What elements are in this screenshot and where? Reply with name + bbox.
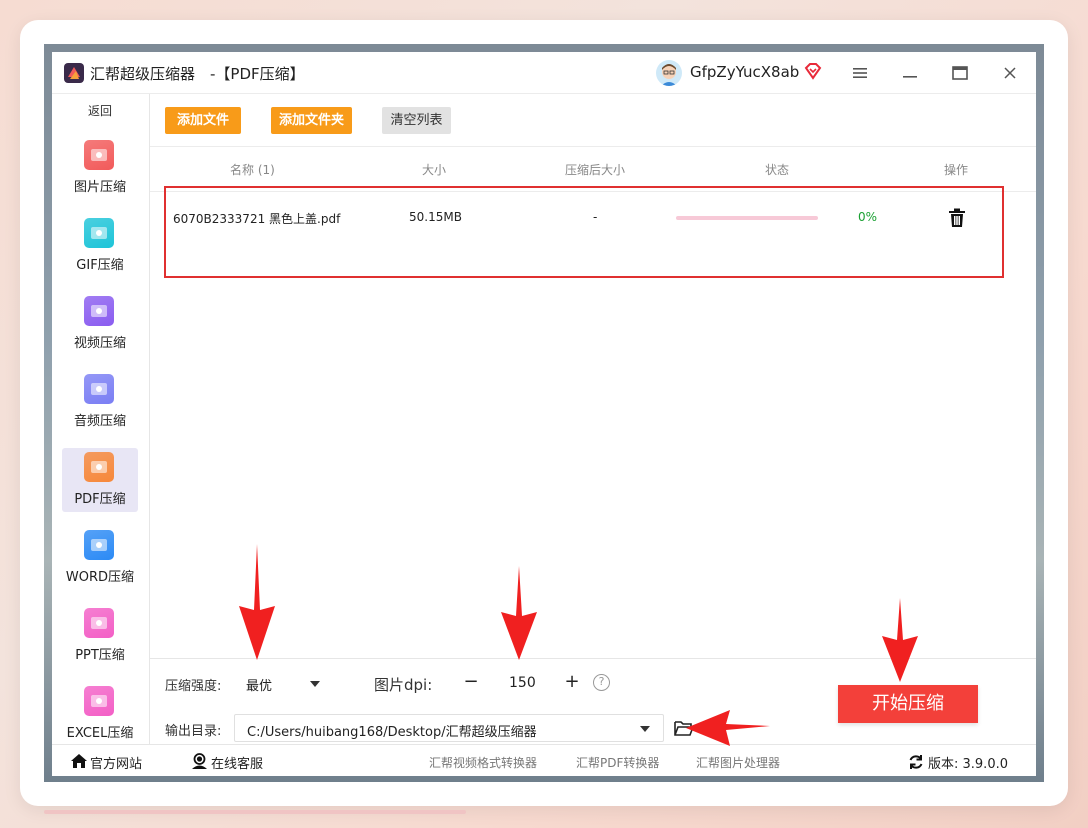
add-file-button[interactable]: 添加文件: [165, 107, 241, 134]
sidebar-item-label: PDF压缩: [74, 492, 126, 507]
vip-diamond-icon[interactable]: [804, 62, 822, 80]
output-label: 输出目录:: [165, 724, 222, 739]
start-compress-button[interactable]: 开始压缩: [838, 685, 978, 723]
column-status: 状态: [765, 163, 790, 177]
sidebar-item-gif[interactable]: GIF压缩: [62, 214, 138, 278]
sidebar-item-label: PPT压缩: [75, 648, 125, 663]
close-icon[interactable]: [998, 61, 1022, 85]
pdf-icon: [84, 452, 114, 482]
help-icon[interactable]: ?: [593, 674, 610, 691]
sidebar-item-pdf[interactable]: PDF压缩: [62, 448, 138, 512]
delete-icon[interactable]: [948, 208, 966, 228]
home-icon: [71, 754, 87, 768]
sidebar-item-label: GIF压缩: [76, 258, 124, 273]
strength-select[interactable]: 最优: [240, 668, 324, 698]
sidebar-item-label: 音频压缩: [73, 414, 126, 429]
sidebar-item-word[interactable]: WORD压缩: [62, 526, 138, 590]
chevron-down-icon: [640, 726, 650, 732]
version-label: 版本: 3.9.0.0: [928, 757, 1008, 772]
dpi-increase-button[interactable]: +: [564, 671, 580, 692]
output-path-select[interactable]: C:/Users/huibang168/Desktop/汇帮超级压缩器: [234, 714, 664, 742]
title-bar: 汇帮超级压缩器 -【PDF压缩】 GfpZyYucX8ab: [52, 52, 1036, 94]
file-compressed-size: -: [593, 210, 598, 224]
sidebar-item-video[interactable]: 视频压缩: [62, 292, 138, 356]
excel-icon: [84, 686, 114, 716]
annotation-arrow-left-folder: [686, 710, 770, 746]
sidebar-item-label: 图片压缩: [73, 180, 126, 195]
link-video-converter[interactable]: 汇帮视频格式转换器: [429, 754, 537, 771]
clear-list-button[interactable]: 清空列表: [382, 107, 451, 134]
support-icon: [192, 753, 207, 769]
column-compressed-size[interactable]: 压缩后大小: [565, 161, 625, 178]
app-logo-icon: [64, 63, 84, 83]
file-name: 6070B2333721 黑色上盖.pdf: [173, 212, 341, 226]
sidebar-item-audio[interactable]: 音频压缩: [62, 370, 138, 434]
status-bar: 官方网站 在线客服 汇帮视频格式转换器 汇帮PDF转换器 汇帮图片处理器 版本:…: [52, 744, 1036, 776]
progress-bar: [676, 216, 818, 220]
menu-icon[interactable]: [848, 61, 872, 85]
progress-percent: 0%: [858, 210, 878, 224]
avatar-icon: [656, 60, 682, 86]
annotation-arrow-down-start: [882, 598, 918, 682]
dpi-value[interactable]: 150: [509, 675, 536, 691]
annotation-arrow-down-strength: [239, 544, 275, 660]
sidebar-item-label: EXCEL压缩: [66, 726, 134, 741]
dpi-label: 图片dpi:: [374, 676, 433, 694]
output-path: C:/Users/huibang168/Desktop/汇帮超级压缩器: [247, 725, 537, 740]
sidebar: 返回 图片压缩 GIF压缩视频压缩音频压缩 PDF压缩 WORD压缩 PPT压缩 EXCE…: [52, 94, 150, 744]
file-row-highlight[interactable]: [164, 186, 1004, 278]
strength-label: 压缩强度:: [165, 679, 222, 694]
gif-icon: [84, 218, 114, 248]
image-icon: [84, 140, 114, 170]
sidebar-item-label: 视频压缩: [73, 336, 126, 351]
minimize-icon[interactable]: [898, 61, 922, 85]
user-avatar[interactable]: [656, 60, 682, 86]
maximize-icon[interactable]: [948, 61, 972, 85]
decorative-underline: [44, 810, 466, 814]
user-name[interactable]: GfpZyYucX8ab: [690, 63, 799, 81]
column-size[interactable]: 大小: [422, 161, 446, 178]
back-link[interactable]: 返回: [52, 102, 148, 119]
sidebar-item-excel[interactable]: EXCEL压缩: [62, 682, 138, 746]
column-name[interactable]: 名称 (1): [230, 161, 275, 178]
video-icon: [84, 296, 114, 326]
annotation-arrow-down-dpi: [501, 566, 537, 660]
support-link[interactable]: 在线客服: [211, 753, 263, 772]
refresh-icon[interactable]: [908, 754, 924, 770]
column-actions: 操作: [944, 163, 969, 177]
window-title: 汇帮超级压缩器 -【PDF压缩】: [90, 65, 305, 83]
link-pdf-converter[interactable]: 汇帮PDF转换器: [576, 754, 659, 771]
file-size: 50.15MB: [409, 210, 462, 224]
chevron-down-icon: [310, 681, 320, 687]
ppt-icon: [84, 608, 114, 638]
sidebar-item-label: WORD压缩: [65, 570, 135, 585]
website-link[interactable]: 官方网站: [90, 753, 142, 772]
link-image-processor[interactable]: 汇帮图片处理器: [696, 754, 780, 771]
word-icon: [84, 530, 114, 560]
add-folder-button[interactable]: 添加文件夹: [271, 107, 352, 134]
sidebar-item-ppt[interactable]: PPT压缩: [62, 604, 138, 668]
dpi-decrease-button[interactable]: −: [463, 671, 479, 692]
audio-icon: [84, 374, 114, 404]
sidebar-item-image[interactable]: 图片压缩: [62, 136, 138, 200]
strength-value: 最优: [246, 679, 273, 694]
